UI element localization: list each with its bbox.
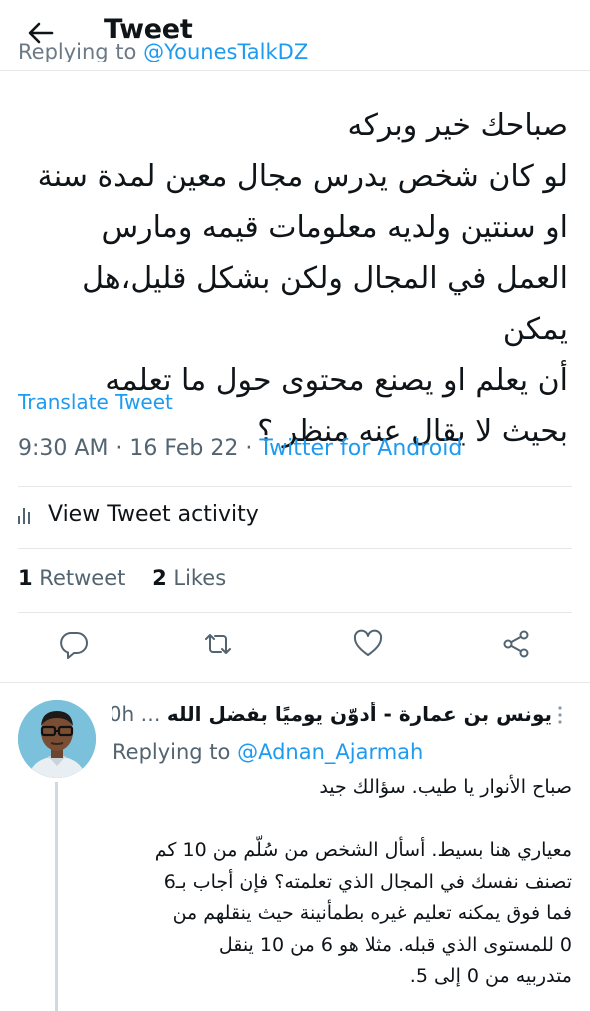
replying-to-line: Replying to @YounesTalkDZ [18,42,578,62]
reply-replying-prefix: Replying to [112,740,238,764]
more-icon[interactable] [555,704,565,726]
thread-line [55,782,58,1011]
reply-icon[interactable] [58,628,90,660]
reply-replying-handle[interactable]: @Adnan_Ajarmah [237,740,423,764]
reply-ellipsis: … [140,702,161,726]
retweet-stat[interactable]: 1 Retweet [18,566,125,590]
likes-stat[interactable]: 2 Likes [152,566,226,590]
share-icon[interactable] [500,628,532,660]
tweet-timestamp[interactable]: 9:30 AM · 16 Feb 22 · [18,436,259,461]
like-label: Likes [166,566,227,590]
header-divider [0,70,590,71]
divider [0,682,590,683]
reply-time: 20h [112,702,135,726]
divider [18,548,572,549]
divider [18,486,572,487]
activity-label: View Tweet activity [48,502,259,527]
retweet-label: Retweet [32,566,126,590]
retweet-count: 1 [18,566,33,590]
reply-text: صباح الأنوار يا طيب. سؤالك جيد معياري هن… [154,776,572,987]
like-count: 2 [152,566,167,590]
retweet-icon[interactable] [202,628,234,660]
reply-author-name[interactable]: يونس بن عمارة - أدوّن يوميًا بفضل الله [167,702,552,726]
bars-icon [18,506,36,524]
replying-to-handle[interactable]: @YounesTalkDZ [143,42,308,62]
tweet-stats: 1 Retweet 2 Likes [18,566,226,590]
reply-replying-to: Replying to @Adnan_Ajarmah [112,740,423,764]
view-tweet-activity[interactable]: View Tweet activity [18,502,259,527]
replying-to-prefix: Replying to [18,42,144,62]
tweet-actions [0,628,590,668]
avatar[interactable] [18,700,96,778]
translate-tweet-link[interactable]: Translate Tweet [18,390,173,414]
like-icon[interactable] [352,628,384,660]
tweet-meta: 9:30 AM · 16 Feb 22 · Twitter for Androi… [18,436,462,461]
divider [18,612,572,613]
tweet-source[interactable]: Twitter for Android [259,436,462,461]
page-title: Tweet [104,14,193,45]
reply-header: يونس بن عمارة - أدوّن يوميًا بفضل الله …… [112,702,552,726]
